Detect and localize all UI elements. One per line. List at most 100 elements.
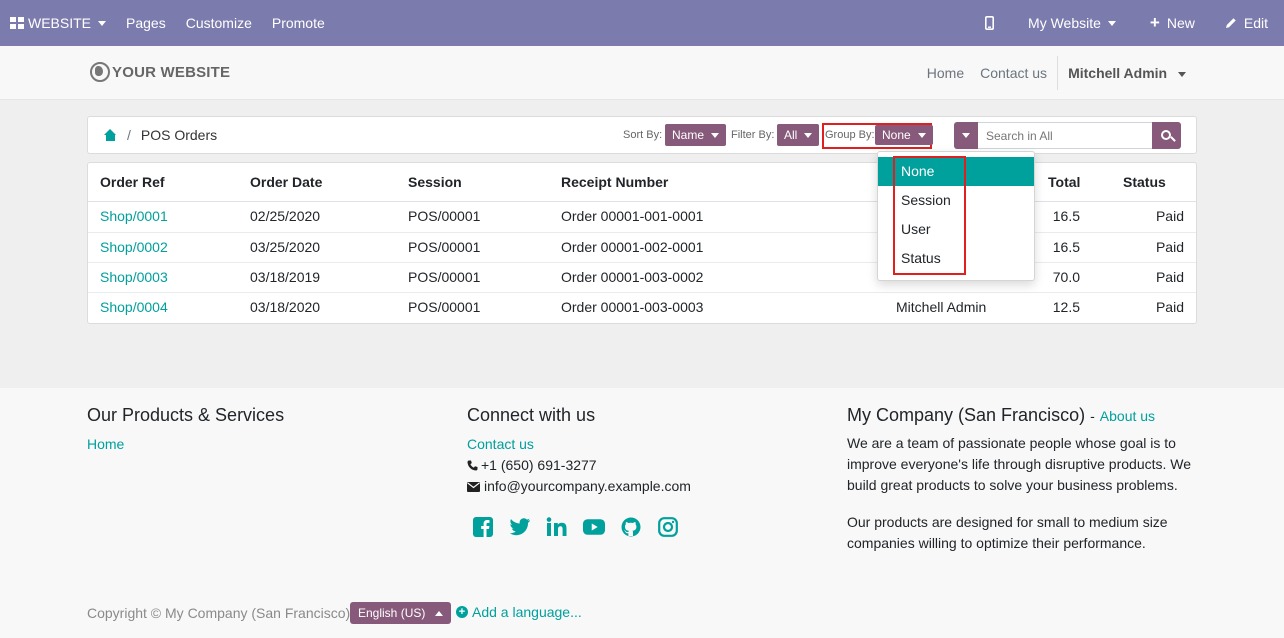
breadcrumb: / POS Orders [104, 127, 217, 143]
footer-contact-link[interactable]: Contact us [467, 436, 534, 452]
chevron-down-icon [1178, 71, 1186, 77]
website-app-menu[interactable]: WEBSITE [0, 0, 116, 46]
footer-company-title: My Company (San Francisco) [847, 405, 1086, 425]
search-filter-dropdown[interactable] [954, 122, 978, 149]
user-name: Mitchell Admin [1068, 65, 1168, 81]
chevron-down-icon [711, 132, 720, 138]
order-session: POS/00001 [408, 269, 481, 285]
column-header: Status [1123, 174, 1166, 190]
edit-label: Edit [1243, 15, 1268, 31]
breadcrumb-separator: / [127, 127, 131, 143]
table-row[interactable]: Shop/0004 03/18/2020 POS/00001 Order 000… [88, 292, 1196, 322]
footer-home-link[interactable]: Home [87, 436, 124, 452]
logo-text: YOUR WEBSITE [112, 63, 231, 81]
column-header: Total [1048, 174, 1081, 190]
chevron-down-icon [804, 132, 813, 138]
filter-by-label: Filter By: [731, 129, 775, 141]
order-session: POS/00001 [408, 299, 481, 315]
footer-connect-title: Connect with us [467, 405, 596, 425]
sort-by-label: Sort By: [623, 129, 663, 141]
filter-by-value: All [784, 128, 798, 142]
order-date: 02/25/2020 [250, 208, 321, 224]
footer-company-dash: - [1090, 408, 1095, 424]
column-header: Order Ref [100, 174, 165, 190]
customize-menu[interactable]: Customize [176, 0, 262, 46]
chevron-down-icon [98, 20, 107, 26]
youtube-icon[interactable] [583, 516, 605, 538]
footer-products-title: Our Products & Services [87, 405, 285, 425]
pages-menu[interactable]: Pages [116, 0, 176, 46]
column-header: Order Date [250, 174, 323, 190]
chevron-down-icon [962, 133, 970, 138]
order-date: 03/25/2020 [250, 239, 321, 255]
nav-contact-link[interactable]: Contact us [972, 65, 1055, 81]
chevron-up-icon [435, 610, 444, 616]
filter-by-dropdown[interactable]: All [777, 124, 820, 146]
receipt-number: Order 00001-003-0003 [561, 299, 704, 315]
main-content: / POS Orders Sort By: Name Filter By: Al… [0, 100, 1284, 388]
app-menu-label: WEBSITE [28, 15, 92, 31]
footer-about-text-2: Our products are designed for small to m… [847, 514, 1168, 551]
facebook-icon[interactable] [472, 516, 494, 538]
mobile-preview-button[interactable] [967, 0, 1012, 46]
chevron-down-icon [917, 132, 926, 138]
nav-home-link[interactable]: Home [919, 65, 972, 81]
phone-icon [467, 460, 478, 471]
edit-button[interactable]: Edit [1213, 0, 1284, 46]
promote-menu[interactable]: Promote [262, 0, 335, 46]
order-date: 03/18/2020 [250, 299, 321, 315]
chevron-down-icon [1107, 20, 1116, 26]
website-switcher[interactable]: My Website [1012, 0, 1132, 46]
receipt-number: Order 00001-001-0001 [561, 208, 704, 224]
phone-text: +1 (650) 691-3277 [481, 457, 597, 473]
column-header: Session [408, 174, 462, 190]
instagram-icon[interactable] [657, 516, 679, 538]
order-status: Paid [1155, 269, 1184, 285]
search-group [954, 122, 1181, 149]
website-switcher-label: My Website [1028, 15, 1101, 31]
order-ref-link[interactable]: Shop/0003 [100, 269, 168, 285]
footer-about-text: We are a team of passionate people whose… [847, 435, 1192, 493]
twitter-icon[interactable] [509, 516, 531, 538]
plus-icon: + [1149, 13, 1160, 32]
search-icon [1160, 129, 1171, 140]
portal-toolbar: / POS Orders Sort By: Name Filter By: Al… [87, 116, 1197, 154]
search-input[interactable] [978, 122, 1152, 149]
linkedin-icon[interactable] [546, 516, 568, 538]
user-menu[interactable]: Mitchell Admin [1060, 65, 1194, 81]
order-status: Paid [1155, 208, 1184, 224]
main-nav: Home Contact us Mitchell Admin [919, 46, 1194, 100]
order-status: Paid [1155, 239, 1184, 255]
site-footer: Our Products & Services Home Connect wit… [0, 388, 1284, 638]
sort-by-value: Name [672, 128, 705, 142]
group-by-label: Group By: [825, 129, 875, 141]
social-links [472, 516, 679, 538]
footer-phone: +1 (650) 691-3277 [467, 455, 597, 476]
plus-circle-icon: + [456, 606, 468, 618]
add-language-label: Add a language... [472, 604, 582, 620]
site-logo[interactable]: YOUR WEBSITE [90, 62, 230, 82]
apps-grid-icon [10, 17, 24, 29]
new-button[interactable]: + New [1132, 0, 1213, 46]
order-ref-link[interactable]: Shop/0002 [100, 239, 168, 255]
new-label: New [1166, 15, 1195, 31]
nav-divider [1057, 56, 1059, 90]
order-user: Mitchell Admin [896, 299, 987, 315]
breadcrumb-current: POS Orders [140, 127, 218, 143]
footer-about-link[interactable]: About us [1100, 408, 1155, 424]
group-by-dropdown[interactable]: None [875, 125, 933, 145]
sort-by-dropdown[interactable]: Name [665, 124, 727, 146]
add-language-link[interactable]: + Add a language... [456, 604, 582, 620]
order-ref-link[interactable]: Shop/0004 [100, 299, 168, 315]
envelope-icon [467, 481, 480, 492]
search-button[interactable] [1152, 122, 1181, 149]
home-icon[interactable] [104, 129, 117, 141]
site-header: YOUR WEBSITE Home Contact us Mitchell Ad… [0, 46, 1284, 100]
github-icon[interactable] [620, 516, 642, 538]
order-status: Paid [1155, 299, 1184, 315]
language-selector[interactable]: English (US) [350, 602, 452, 624]
order-session: POS/00001 [408, 208, 481, 224]
language-label: English (US) [358, 606, 426, 620]
email-text: info@yourcompany.example.com [484, 478, 691, 494]
order-ref-link[interactable]: Shop/0001 [100, 208, 168, 224]
